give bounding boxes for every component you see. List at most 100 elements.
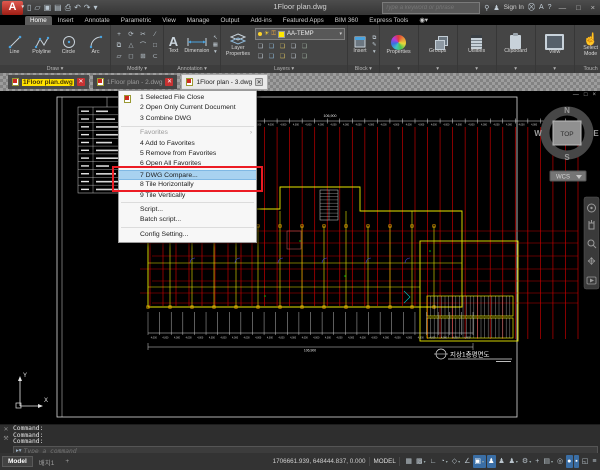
customization-toggle[interactable]: ≡ (591, 455, 598, 468)
properties-tool[interactable]: Properties (382, 35, 416, 56)
search-icon[interactable]: ⚲ (484, 4, 489, 12)
layer-tool-icon[interactable]: ❏ (299, 42, 310, 52)
move-tool[interactable]: + (113, 29, 125, 40)
layer-tool-icon[interactable]: ❏ (288, 52, 299, 62)
panel-label-utilities[interactable]: ▾ (458, 65, 496, 73)
layer-tool-icon[interactable]: ❏ (277, 42, 288, 52)
offset-tool[interactable]: ⊂ (149, 51, 161, 62)
layer-tool-icon[interactable]: ❏ (299, 52, 310, 62)
search-input[interactable] (382, 2, 480, 14)
panel-label-layers[interactable]: Layers ▾ (221, 65, 347, 73)
isometric-drafting-toggle[interactable]: ◇▾ (450, 455, 461, 468)
file-tab-1[interactable]: 1Floor plan.dwg✕ (8, 75, 89, 89)
scale-tool[interactable]: ◻ (125, 51, 137, 62)
wcs-dropdown[interactable]: WCS (550, 171, 586, 181)
arc-tool[interactable]: Arc (83, 34, 108, 56)
help-icon[interactable]: ? (548, 4, 552, 11)
line-tool[interactable]: Line (2, 34, 27, 56)
menu-item-2-open-only-current-document[interactable]: 2 Open Only Current Document (119, 103, 256, 113)
ribbon-tab-insert[interactable]: Insert (53, 16, 79, 25)
doc-restore-button[interactable]: □ (584, 92, 588, 98)
navigation-bar[interactable] (584, 197, 599, 289)
grid-display-toggle[interactable]: ▦ (404, 455, 414, 468)
circle-tool[interactable]: Circle (56, 34, 81, 56)
drawing-canvas[interactable]: 4,0004,0004,0004,0004,0004,0004,0004,000… (0, 91, 600, 424)
create-block-icon[interactable]: ⧉ (372, 35, 377, 41)
store-cart-icon[interactable]: ⛒ (528, 4, 535, 12)
sign-in-button[interactable]: Sign In (504, 4, 524, 11)
panel-label-touch[interactable]: Touch (575, 65, 600, 73)
explode-tool[interactable]: □ (149, 40, 161, 51)
ribbon-tab-express-tools[interactable]: Express Tools (364, 16, 413, 25)
layer-properties-tool[interactable]: Layer Properties (223, 33, 253, 58)
ribbon-tab-home[interactable]: Home (25, 16, 52, 25)
view-cube[interactable]: NWESTOP (534, 106, 599, 162)
panel-label-draw[interactable]: Draw ▾ (0, 65, 110, 73)
menu-item-9-tile-vertically[interactable]: 9 Tile Vertically (119, 191, 256, 201)
insert-block-tool[interactable]: Insert (350, 35, 370, 55)
minimize-button[interactable]: — (556, 3, 570, 12)
ortho-mode-toggle[interactable]: ∟ (428, 455, 438, 468)
clean-screen-toggle[interactable]: ◱ (580, 455, 590, 468)
annotation-monitor-toggle[interactable]: + (534, 455, 541, 468)
close-button[interactable]: × (588, 3, 598, 12)
menu-item-script[interactable]: Script... (119, 205, 256, 215)
ribbon-tab-annotate[interactable]: Annotate (80, 16, 115, 25)
hardware-acceleration-toggle[interactable]: ▪ (574, 455, 579, 468)
layout-tab-2[interactable]: 배치1 (34, 456, 60, 468)
menu-item-config-setting[interactable]: Config Setting... (119, 230, 256, 240)
wrench-icon[interactable]: ⚒ (3, 435, 8, 442)
close-tab-icon[interactable]: ✕ (255, 78, 263, 86)
select-mode-tool[interactable]: ☝ Select Mode (577, 33, 600, 58)
layer-tool-icon[interactable]: ❏ (266, 42, 277, 52)
model-space-button[interactable]: MODEL (369, 457, 399, 466)
layer-dropdown[interactable]: ☀ ⚿ AA-TEMP ▾ (255, 28, 345, 40)
utilities-tool[interactable]: Utilities (460, 35, 494, 55)
file-tab-2[interactable]: 1Floor plan - 2.dwg✕ (93, 75, 178, 89)
ribbon-tab-parametric[interactable]: Parametric (116, 16, 156, 25)
view-tool[interactable]: View (538, 34, 572, 56)
workspace-switching-toggle[interactable]: ⚙▾ (520, 455, 532, 468)
panel-label-properties[interactable]: ▾ (380, 65, 418, 73)
panel-label-view[interactable]: ▾ (536, 65, 574, 73)
erase-tool[interactable]: ∕ (149, 29, 161, 40)
groups-tool[interactable]: Groups (421, 36, 455, 55)
add-layout-button[interactable]: + (60, 457, 74, 466)
rotate-tool[interactable]: ⟳ (125, 29, 137, 40)
quick-properties-toggle[interactable]: ▤▾ (542, 455, 555, 468)
graphics-performance-toggle[interactable]: ● (566, 455, 573, 468)
ribbon-options-icon[interactable]: ◉▾ (414, 16, 433, 25)
file-tab-3[interactable]: 1Floor plan - 3.dwg✕ (181, 74, 268, 90)
layout-tab-1[interactable]: Model (2, 456, 33, 467)
ribbon-tab-bim-360[interactable]: BIM 360 (330, 16, 363, 25)
panel-label-clipboard[interactable]: ▾ (497, 65, 535, 73)
maximize-button[interactable]: □ (573, 3, 584, 12)
doc-close-button[interactable]: × (592, 92, 596, 98)
menu-item-5-remove-from-favorites[interactable]: 5 Remove from Favorites (119, 149, 256, 159)
menu-item-favorites[interactable]: Favorites› (119, 128, 256, 138)
panel-label-modify[interactable]: Modify ▾ (111, 65, 163, 73)
text-tool[interactable]: A Text (166, 35, 181, 55)
ribbon-tab-add-ins[interactable]: Add-ins (245, 16, 276, 25)
stretch-tool[interactable]: ▱ (113, 51, 125, 62)
panel-label-annotation[interactable]: Annotation ▾ (164, 65, 220, 73)
ribbon-tab-output[interactable]: Output (216, 16, 245, 25)
multileader-icon[interactable]: ↖ (213, 35, 218, 41)
layer-tool-icon[interactable]: ❏ (277, 52, 288, 62)
fillet-tool[interactable]: ⌒ (137, 40, 149, 51)
chevron-down-icon[interactable]: ▾ (213, 49, 218, 55)
menu-item-batch-script[interactable]: Batch script... (119, 215, 256, 225)
mirror-tool[interactable]: △ (125, 40, 137, 51)
ribbon-tab-manage[interactable]: Manage (182, 16, 215, 25)
panel-label-groups[interactable]: ▾ (419, 65, 457, 73)
array-tool[interactable]: ⊞ (137, 51, 149, 62)
close-tab-icon[interactable]: ✕ (165, 78, 173, 86)
layer-tool-icon[interactable]: ❏ (266, 52, 277, 62)
isolate-objects-toggle[interactable]: ◎ (555, 455, 564, 468)
menu-item-4-add-to-favorites[interactable]: 4 Add to Favorites (119, 139, 256, 149)
layer-tool-icon[interactable]: ❏ (288, 42, 299, 52)
annotation-visibility-toggle[interactable]: ♟ (487, 455, 496, 468)
close-icon[interactable]: ✕ (3, 426, 8, 433)
dimension-tool[interactable]: Dimension (183, 35, 211, 55)
close-tab-icon[interactable]: ✕ (77, 78, 85, 86)
